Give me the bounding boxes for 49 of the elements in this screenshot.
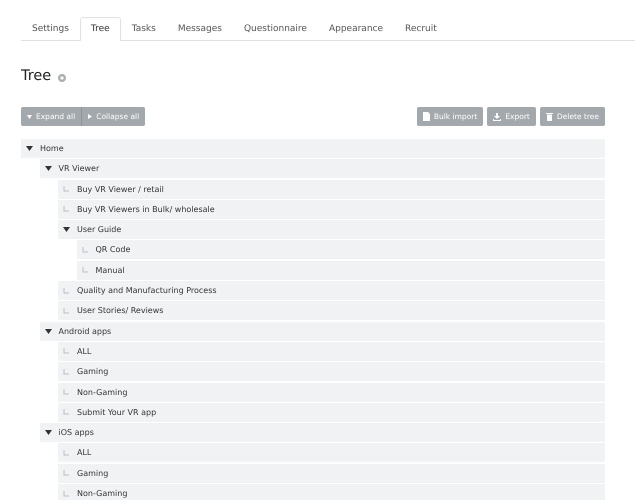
leaf-connector-icon: [63, 206, 70, 212]
expanded-caret-icon[interactable]: [63, 227, 70, 232]
tree-item[interactable]: Buy VR Viewer / retail: [58, 180, 605, 199]
tree-item[interactable]: Home: [21, 139, 605, 158]
tree-item[interactable]: Manual: [76, 260, 605, 280]
tab[interactable]: Appearance: [318, 17, 394, 41]
tree-item[interactable]: Non-Gaming: [58, 484, 605, 500]
tree-item[interactable]: Gaming: [58, 464, 605, 483]
leaf-connector-icon: [63, 409, 70, 416]
tree-item[interactable]: Submit Your VR app: [58, 402, 605, 422]
tree-item[interactable]: VR Viewer: [40, 159, 605, 178]
download-icon: [493, 112, 502, 120]
tree-item[interactable]: ALL: [58, 342, 605, 361]
leaf-connector-icon: [63, 389, 70, 396]
tree-item[interactable]: Non-Gaming: [58, 382, 605, 402]
leaf-connector-icon: [63, 470, 70, 476]
tab[interactable]: Tree: [80, 17, 121, 41]
expanded-caret-icon[interactable]: [44, 328, 52, 334]
leaf-connector-icon: [82, 246, 88, 253]
leaf-connector-icon: [63, 490, 70, 497]
tab[interactable]: Settings: [21, 17, 80, 41]
expanded-caret-icon[interactable]: [44, 430, 52, 436]
tree-item[interactable]: iOS apps: [40, 423, 605, 442]
tab[interactable]: Tasks: [120, 17, 167, 41]
leaf-connector-icon: [82, 267, 88, 274]
tab[interactable]: Messages: [166, 17, 233, 41]
expanded-caret-icon[interactable]: [44, 166, 52, 172]
tree-item[interactable]: User Guide: [58, 220, 605, 240]
caret-down-icon: [27, 114, 32, 118]
tree-item[interactable]: Quality and Manufacturing Process: [58, 281, 605, 300]
leaf-connector-icon: [63, 368, 70, 375]
leaf-connector-icon: [63, 450, 70, 456]
tree-item[interactable]: Buy VR Viewers in Bulk/ wholesale: [58, 200, 605, 219]
tab[interactable]: Recruit: [394, 17, 448, 41]
tab[interactable]: Questionnaire: [232, 17, 318, 41]
tree-item[interactable]: Android apps: [40, 322, 605, 341]
caret-right-icon: [88, 114, 92, 119]
leaf-connector-icon: [63, 348, 70, 354]
tree-item[interactable]: ALL: [58, 443, 605, 462]
tree-item[interactable]: QR Code: [76, 240, 605, 260]
trash-icon: [546, 112, 553, 121]
document-icon: [422, 112, 430, 121]
leaf-connector-icon: [63, 186, 70, 192]
tree-item[interactable]: Gaming: [58, 362, 605, 382]
leaf-connector-icon: [63, 288, 70, 294]
page-title: Tree: [21, 68, 52, 84]
expanded-caret-icon[interactable]: [26, 146, 33, 151]
leaf-connector-icon: [63, 308, 70, 314]
tree-item[interactable]: User Stories/ Reviews: [58, 301, 605, 320]
